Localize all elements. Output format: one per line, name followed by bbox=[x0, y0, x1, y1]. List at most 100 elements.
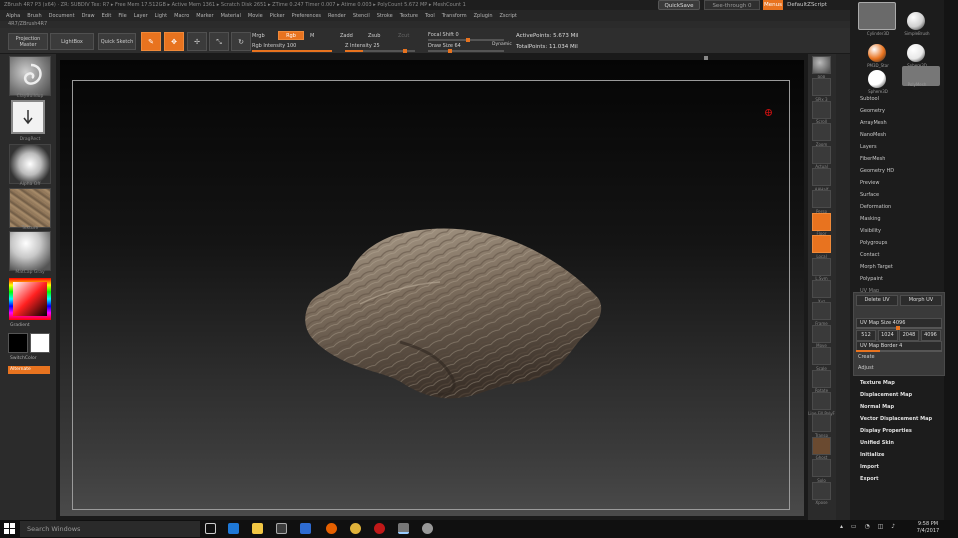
menu-stroke[interactable]: Stroke bbox=[377, 13, 393, 19]
shelf-scale-button[interactable] bbox=[812, 347, 831, 366]
pinned-app-icon[interactable] bbox=[422, 523, 433, 534]
shelf-scroll-button[interactable] bbox=[812, 100, 831, 119]
shelf-rotate-button[interactable] bbox=[812, 369, 831, 388]
focal-shift-track[interactable] bbox=[428, 38, 504, 42]
tool-pm3d-star-thumbnail[interactable] bbox=[868, 44, 886, 62]
draw-size-track[interactable] bbox=[428, 49, 504, 53]
menu-file[interactable]: File bbox=[118, 13, 126, 19]
z-intensity-knob[interactable] bbox=[403, 49, 407, 53]
z-intensity-track[interactable] bbox=[345, 49, 415, 53]
color-picker[interactable] bbox=[9, 278, 51, 320]
move-button[interactable]: ✢ bbox=[187, 32, 207, 51]
palette-displacement-map[interactable]: Displacement Map bbox=[860, 392, 912, 398]
menu-marker[interactable]: Marker bbox=[196, 13, 213, 19]
shelf-zoom-button[interactable] bbox=[812, 123, 831, 142]
delete-uv-button[interactable]: Delete UV bbox=[856, 295, 898, 306]
subpalette-polygroups[interactable]: Polygroups bbox=[860, 240, 887, 246]
edge-browser-icon[interactable] bbox=[228, 523, 239, 534]
subpalette-fibermesh[interactable]: FiberMesh bbox=[860, 156, 885, 162]
menu-alpha[interactable]: Alpha bbox=[6, 13, 20, 19]
rgb-button[interactable]: Rgb bbox=[278, 31, 304, 40]
palette-display-properties[interactable]: Display Properties bbox=[860, 428, 912, 434]
subpalette-subtool[interactable]: Subtool bbox=[860, 96, 879, 102]
rock-model[interactable] bbox=[300, 224, 605, 402]
shelf-floor-button[interactable] bbox=[812, 212, 831, 231]
edit-button[interactable]: ✎ bbox=[141, 32, 161, 51]
z-intensity-slider[interactable]: Z Intensity 25 bbox=[345, 43, 380, 49]
mrgb-button[interactable]: Mrgb bbox=[252, 33, 265, 39]
palette-normal-map[interactable]: Normal Map bbox=[860, 404, 894, 410]
tray-scrollbar[interactable] bbox=[944, 0, 958, 520]
firefox-icon[interactable] bbox=[326, 523, 337, 534]
taskbar-search-input[interactable]: Search Windows bbox=[20, 521, 200, 537]
subpalette-preview[interactable]: Preview bbox=[860, 180, 879, 186]
uv-size-1024-button[interactable]: 1024 bbox=[877, 330, 898, 341]
shelf-frame-button[interactable] bbox=[812, 302, 831, 321]
projection-master-button[interactable]: Projection Master bbox=[8, 33, 48, 50]
tool-sphere3d-thumbnail[interactable] bbox=[868, 70, 886, 88]
menu-layer[interactable]: Layer bbox=[134, 13, 148, 19]
morph-uv-button[interactable]: Morph UV bbox=[900, 295, 942, 306]
focal-shift-slider[interactable]: Focal Shift 0 bbox=[428, 32, 459, 38]
shelf-xpose-button[interactable] bbox=[812, 481, 831, 500]
rotate-button[interactable]: ↻ bbox=[231, 32, 251, 51]
tool-cylinder3d-thumbnail[interactable] bbox=[858, 2, 896, 30]
uv-size-2048-button[interactable]: 2048 bbox=[899, 330, 919, 341]
draw-button[interactable]: ✥ bbox=[164, 32, 184, 51]
menu-texture[interactable]: Texture bbox=[400, 13, 418, 19]
rgb-intensity-slider[interactable]: Rgb Intensity 100 bbox=[252, 43, 296, 49]
draw-size-slider[interactable]: Draw Size 64 bbox=[428, 43, 461, 49]
subpalette-masking[interactable]: Masking bbox=[860, 216, 881, 222]
tray-divider[interactable] bbox=[836, 54, 850, 520]
brush-thumbnail[interactable] bbox=[9, 56, 51, 96]
alternate-button[interactable]: Alternate bbox=[8, 366, 50, 374]
rgb-intensity-track[interactable] bbox=[252, 50, 332, 52]
task-view-icon[interactable] bbox=[205, 523, 216, 534]
secondary-color-swatch[interactable] bbox=[30, 333, 50, 353]
red-axis-gizmo-icon[interactable] bbox=[764, 108, 773, 117]
menus-toggle-button[interactable]: Menus bbox=[763, 0, 783, 10]
zadd-button[interactable]: Zadd bbox=[340, 33, 353, 39]
quick-sketch-button[interactable]: Quick Sketch bbox=[98, 33, 136, 50]
menu-draw[interactable]: Draw bbox=[82, 13, 95, 19]
scale-button[interactable]: ⤡ bbox=[209, 32, 229, 51]
zbrush-taskbar-icon[interactable] bbox=[398, 523, 409, 534]
subpalette-morph-target[interactable]: Morph Target bbox=[860, 264, 893, 270]
m-button[interactable]: M bbox=[310, 33, 314, 39]
palette-vector-displacement-map[interactable]: Vector Displacement Map bbox=[860, 416, 932, 422]
dynamic-button[interactable]: Dynamic bbox=[492, 42, 512, 47]
menu-movie[interactable]: Movie bbox=[248, 13, 263, 19]
see-through-slider[interactable]: See-through 0 bbox=[704, 0, 760, 10]
shelf-persp-button[interactable] bbox=[812, 190, 831, 209]
subpalette-surface[interactable]: Surface bbox=[860, 192, 879, 198]
primary-color-swatch[interactable] bbox=[8, 333, 28, 353]
uv-size-512-button[interactable]: 512 bbox=[856, 330, 876, 341]
subpalette-arraymesh[interactable]: ArrayMesh bbox=[860, 120, 887, 126]
uv-map-size-track[interactable] bbox=[856, 326, 942, 330]
shelf-l-sym-button[interactable] bbox=[812, 257, 831, 276]
mail-icon[interactable] bbox=[300, 523, 311, 534]
subpalette-contact[interactable]: Contact bbox=[860, 252, 879, 258]
palette-initialize[interactable]: Initialize bbox=[860, 452, 884, 458]
focal-shift-knob[interactable] bbox=[466, 38, 470, 42]
uv-size-4096-button[interactable]: 4096 bbox=[920, 330, 941, 341]
menu-macro[interactable]: Macro bbox=[174, 13, 189, 19]
lightbox-button[interactable]: LightBox bbox=[50, 33, 94, 50]
subpalette-layers[interactable]: Layers bbox=[860, 144, 877, 150]
switch-color-button[interactable]: SwitchColor bbox=[10, 356, 37, 361]
shelf-transp-button[interactable] bbox=[812, 414, 831, 433]
store-icon[interactable] bbox=[276, 523, 287, 534]
shelf-spix-3-button[interactable] bbox=[812, 78, 831, 97]
subpalette-polypaint[interactable]: Polypaint bbox=[860, 276, 883, 282]
menu-tool[interactable]: Tool bbox=[425, 13, 435, 19]
chrome-icon[interactable] bbox=[350, 523, 361, 534]
menu-preferences[interactable]: Preferences bbox=[292, 13, 321, 19]
shelf-actual-button[interactable] bbox=[812, 145, 831, 164]
gradient-label[interactable]: Gradient bbox=[10, 323, 30, 328]
system-tray-icons[interactable]: ▴ ▭ ◔ ◫ ♪ bbox=[840, 523, 900, 534]
shelf-solo-button[interactable] bbox=[812, 459, 831, 478]
menu-zscript[interactable]: Zscript bbox=[499, 13, 516, 19]
draw-size-knob[interactable] bbox=[448, 49, 452, 53]
menu-material[interactable]: Material bbox=[221, 13, 241, 19]
menu-picker[interactable]: Picker bbox=[270, 13, 285, 19]
